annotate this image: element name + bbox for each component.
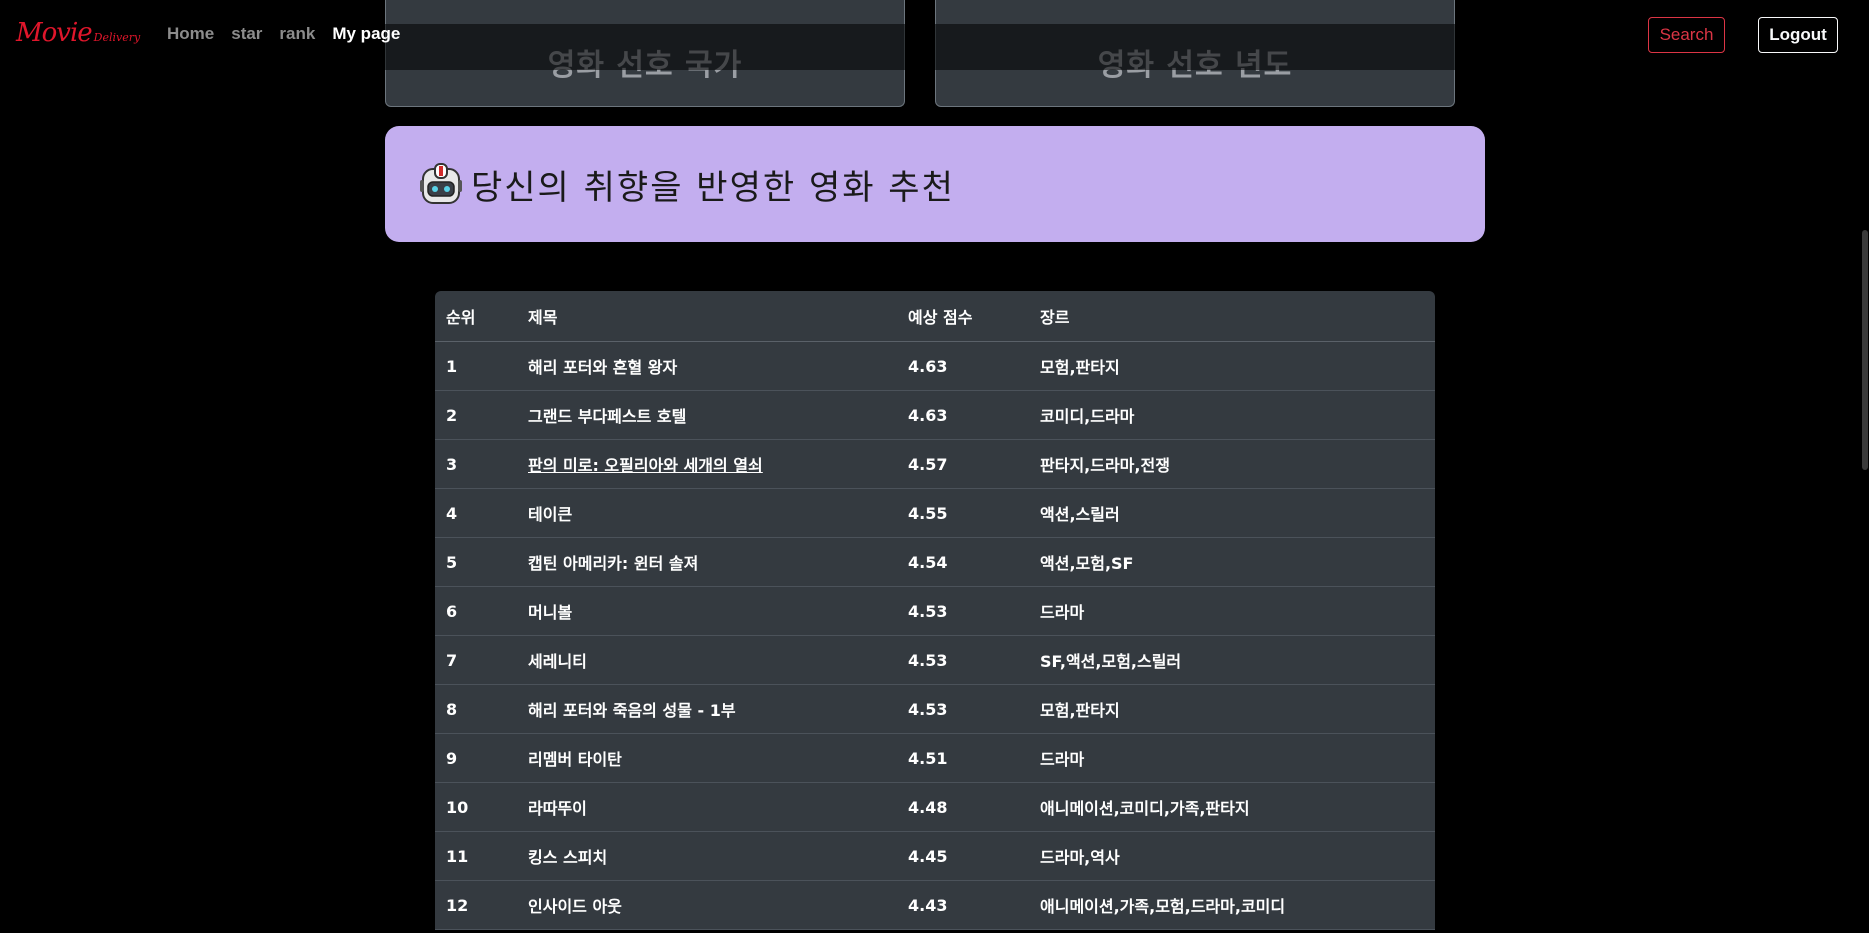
genre-cell: 모험,판타지 bbox=[1029, 684, 1435, 734]
genre-cell: 액션,모험,SF bbox=[1029, 537, 1435, 587]
rank-cell: 9 bbox=[435, 733, 517, 783]
recommendation-table: 순위 제목 예상 점수 장르 1 해리 포터와 혼혈 왕자 4.63 모험,판타… bbox=[435, 291, 1435, 930]
score-cell: 4.51 bbox=[897, 733, 1029, 783]
score-cell: 4.48 bbox=[897, 782, 1029, 832]
rank-cell: 7 bbox=[435, 635, 517, 685]
title-cell[interactable]: 라따뚜이 bbox=[517, 782, 897, 832]
table-row[interactable]: 4 테이큰 4.55 액션,스릴러 bbox=[435, 488, 1435, 538]
genre-cell: 애니메이션,가족,모험,드라마,코미디 bbox=[1029, 880, 1435, 930]
title-cell[interactable]: 리멤버 타이탄 bbox=[517, 733, 897, 783]
score-cell: 4.57 bbox=[897, 439, 1029, 489]
title-cell[interactable]: 세레니티 bbox=[517, 635, 897, 685]
genre-cell: 코미디,드라마 bbox=[1029, 390, 1435, 440]
nav-links: Home star rank My page bbox=[167, 24, 400, 44]
table-row[interactable]: 12 인사이드 아웃 4.43 애니메이션,가족,모험,드라마,코미디 bbox=[435, 880, 1435, 930]
nav-link-my-page[interactable]: My page bbox=[332, 24, 400, 44]
title-link-hovered[interactable]: 판의 미로: 오필리아와 세개의 열쇠 bbox=[528, 456, 763, 475]
nav-link-star[interactable]: star bbox=[231, 24, 262, 44]
my-page: 영화 선호 국가 영화 선호 년도 MovieDelivery Home sta… bbox=[0, 0, 1869, 933]
table-row[interactable]: 7 세레니티 4.53 SF,액션,모험,스릴러 bbox=[435, 635, 1435, 685]
rank-cell: 12 bbox=[435, 880, 517, 930]
header-score: 예상 점수 bbox=[897, 291, 1029, 342]
logout-button[interactable]: Logout bbox=[1758, 17, 1838, 53]
title-cell[interactable]: 판의 미로: 오필리아와 세개의 열쇠 bbox=[517, 439, 897, 489]
score-cell: 4.54 bbox=[897, 537, 1029, 587]
recommendation-table-container: 순위 제목 예상 점수 장르 1 해리 포터와 혼혈 왕자 4.63 모험,판타… bbox=[435, 291, 1435, 930]
title-cell[interactable]: 캡틴 아메리카: 윈터 솔져 bbox=[517, 537, 897, 587]
table-row[interactable]: 9 리멤버 타이탄 4.51 드라마 bbox=[435, 733, 1435, 783]
search-button[interactable]: Search bbox=[1648, 17, 1725, 53]
score-cell: 4.43 bbox=[897, 880, 1029, 930]
recommendation-banner: 당신의 취향을 반영한 영화 추천 bbox=[385, 126, 1485, 242]
genre-cell: 애니메이션,코미디,가족,판타지 bbox=[1029, 782, 1435, 832]
genre-cell: 드라마 bbox=[1029, 586, 1435, 636]
score-cell: 4.53 bbox=[897, 635, 1029, 685]
title-cell[interactable]: 해리 포터와 혼혈 왕자 bbox=[517, 341, 897, 391]
rank-cell: 2 bbox=[435, 390, 517, 440]
rank-cell: 5 bbox=[435, 537, 517, 587]
table-row[interactable]: 5 캡틴 아메리카: 윈터 솔져 4.54 액션,모험,SF bbox=[435, 537, 1435, 587]
score-cell: 4.63 bbox=[897, 341, 1029, 391]
title-cell[interactable]: 테이큰 bbox=[517, 488, 897, 538]
rank-cell: 3 bbox=[435, 439, 517, 489]
table-row[interactable]: 3 판의 미로: 오필리아와 세개의 열쇠 4.57 판타지,드라마,전쟁 bbox=[435, 439, 1435, 489]
rank-cell: 4 bbox=[435, 488, 517, 538]
table-row[interactable]: 1 해리 포터와 혼혈 왕자 4.63 모험,판타지 bbox=[435, 341, 1435, 391]
scrollbar-thumb[interactable] bbox=[1862, 230, 1868, 470]
title-cell[interactable]: 그랜드 부다페스트 호텔 bbox=[517, 390, 897, 440]
score-cell: 4.53 bbox=[897, 586, 1029, 636]
genre-cell: 드라마,역사 bbox=[1029, 831, 1435, 881]
title-cell[interactable]: 해리 포터와 죽음의 성물 - 1부 bbox=[517, 684, 897, 734]
title-cell[interactable]: 인사이드 아웃 bbox=[517, 880, 897, 930]
navbar: Movie Delivery Home star rank My page Sea… bbox=[0, 0, 1869, 70]
score-cell: 4.55 bbox=[897, 488, 1029, 538]
table-row[interactable]: 8 해리 포터와 죽음의 성물 - 1부 4.53 모험,판타지 bbox=[435, 684, 1435, 734]
header-genre: 장르 bbox=[1029, 291, 1435, 342]
table-row[interactable]: 6 머니볼 4.53 드라마 bbox=[435, 586, 1435, 636]
table-row[interactable]: 10 라따뚜이 4.48 애니메이션,코미디,가족,판타지 bbox=[435, 782, 1435, 832]
score-cell: 4.45 bbox=[897, 831, 1029, 881]
robot-icon bbox=[419, 162, 463, 206]
table-header-row: 순위 제목 예상 점수 장르 bbox=[435, 291, 1435, 342]
nav-link-home[interactable]: Home bbox=[167, 24, 214, 44]
table-row[interactable]: 2 그랜드 부다페스트 호텔 4.63 코미디,드라마 bbox=[435, 390, 1435, 440]
brand-logo[interactable]: Movie Delivery bbox=[16, 18, 140, 48]
genre-cell: SF,액션,모험,스릴러 bbox=[1029, 635, 1435, 685]
score-cell: 4.53 bbox=[897, 684, 1029, 734]
rank-cell: 6 bbox=[435, 586, 517, 636]
navbar-backdrop bbox=[385, 24, 1455, 70]
rank-cell: 1 bbox=[435, 341, 517, 391]
genre-cell: 모험,판타지 bbox=[1029, 341, 1435, 391]
recommendation-title: 당신의 취향을 반영한 영화 추천 bbox=[471, 167, 955, 208]
nav-link-rank[interactable]: rank bbox=[279, 24, 315, 44]
genre-cell: 드라마 bbox=[1029, 733, 1435, 783]
brand-sub: Delivery bbox=[93, 31, 141, 44]
header-title: 제목 bbox=[517, 291, 897, 342]
rank-cell: 10 bbox=[435, 782, 517, 832]
rank-cell: 8 bbox=[435, 684, 517, 734]
title-cell[interactable]: 킹스 스피치 bbox=[517, 831, 897, 881]
score-cell: 4.63 bbox=[897, 390, 1029, 440]
genre-cell: 판타지,드라마,전쟁 bbox=[1029, 439, 1435, 489]
header-rank: 순위 bbox=[435, 291, 517, 342]
table-row[interactable]: 11 킹스 스피치 4.45 드라마,역사 bbox=[435, 831, 1435, 881]
brand-name: Movie bbox=[16, 18, 93, 48]
title-cell[interactable]: 머니볼 bbox=[517, 586, 897, 636]
page-scrollbar[interactable] bbox=[1860, 0, 1869, 933]
rank-cell: 11 bbox=[435, 831, 517, 881]
genre-cell: 액션,스릴러 bbox=[1029, 488, 1435, 538]
